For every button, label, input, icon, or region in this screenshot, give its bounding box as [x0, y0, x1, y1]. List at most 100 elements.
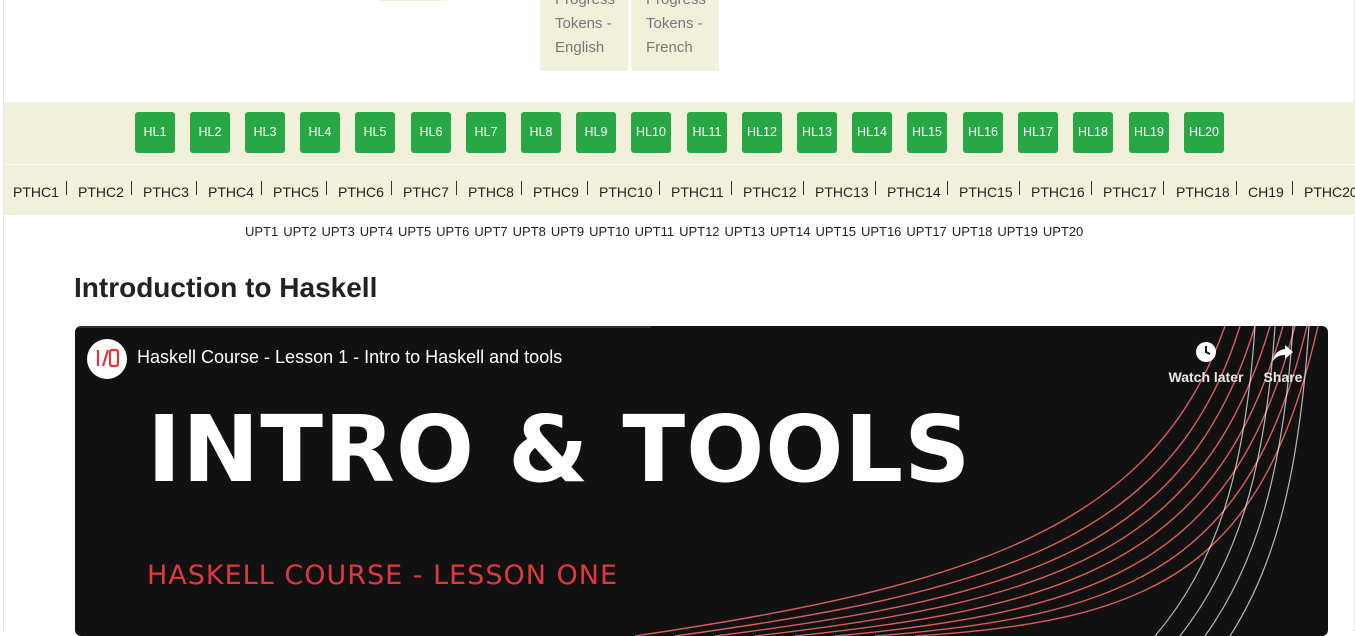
upt-link[interactable]: UPT7	[474, 224, 507, 239]
share-arrow-icon	[1273, 345, 1293, 361]
progress-tokens-french-button[interactable]: Progress Tokens - French	[631, 0, 719, 71]
hl-button[interactable]: HL3	[245, 112, 285, 153]
link-separator	[521, 181, 522, 195]
link-separator	[1019, 181, 1020, 195]
pthc-link[interactable]: PTHC5	[273, 180, 319, 204]
upt-link[interactable]: UPT16	[861, 224, 901, 239]
clock-icon	[1196, 342, 1216, 362]
pthc-link[interactable]: PTHC4	[208, 180, 254, 204]
pthc-link[interactable]: PTHC17	[1103, 180, 1157, 204]
hl-button[interactable]: HL15	[907, 112, 947, 153]
token-card-line: English	[555, 39, 605, 56]
pthc-link[interactable]: PTHC18	[1176, 180, 1230, 204]
hl-button[interactable]: HL1	[135, 112, 175, 153]
share-button[interactable]: Share	[1258, 340, 1308, 385]
upt-link[interactable]: UPT4	[360, 224, 393, 239]
token-card-line: French	[646, 39, 693, 56]
hl-button[interactable]: HL16	[963, 112, 1003, 153]
pthc-link[interactable]: PTHC13	[815, 180, 869, 204]
link-separator	[66, 181, 67, 195]
upt-link[interactable]: UPT3	[321, 224, 354, 239]
video-embed[interactable]: Haskell Course - Lesson 1 - Intro to Has…	[75, 326, 1328, 636]
pthc-link[interactable]: PTHC12	[743, 180, 797, 204]
upt-link[interactable]: UPT14	[770, 224, 810, 239]
pthc-link[interactable]: PTHC10	[599, 180, 653, 204]
link-separator	[659, 181, 660, 195]
link-separator	[196, 181, 197, 195]
hl-button[interactable]: HL5	[355, 112, 395, 153]
upt-link[interactable]: UPT15	[815, 224, 855, 239]
hl-button[interactable]: HL8	[521, 112, 561, 153]
token-card-line: Tokens -	[555, 15, 612, 32]
pthc-link[interactable]: PTHC15	[959, 180, 1013, 204]
link-separator	[731, 181, 732, 195]
link-separator	[261, 181, 262, 195]
thumbnail-subheading: HASKELL COURSE - LESSON ONE	[147, 560, 618, 591]
pthc-link[interactable]: PTHC20	[1304, 180, 1355, 204]
pthc-link[interactable]: PTHC1	[13, 180, 59, 204]
pthc-link[interactable]: PTHC16	[1031, 180, 1085, 204]
hl-button[interactable]: HL12	[742, 112, 782, 153]
upt-link[interactable]: UPT8	[513, 224, 546, 239]
hl-button[interactable]: HL20	[1184, 112, 1224, 153]
channel-avatar[interactable]	[87, 339, 127, 379]
token-card-line: Progress	[646, 0, 719, 12]
link-separator	[587, 181, 588, 195]
pthc-link[interactable]: PTHC6	[338, 180, 384, 204]
hl-button[interactable]: HL13	[797, 112, 837, 153]
pthc-link[interactable]: PTHC14	[887, 180, 941, 204]
watch-later-label: Watch later	[1168, 369, 1244, 385]
hl-button[interactable]: HL18	[1073, 112, 1113, 153]
pthc-link[interactable]: PTHC7	[403, 180, 449, 204]
hl-lesson-buttons: HL1 HL2 HL3 HL4 HL5 HL6 HL7 HL8 HL9 HL10…	[0, 112, 1355, 154]
token-card-line: Tokens -	[646, 15, 703, 32]
top-tab-fragment[interactable]	[378, 0, 448, 1]
upt-link[interactable]: UPT11	[635, 224, 675, 239]
page-left-border	[3, 0, 4, 631]
pthc-link[interactable]: CH19	[1248, 180, 1284, 204]
link-separator	[803, 181, 804, 195]
upt-link[interactable]: UPT2	[283, 224, 316, 239]
upt-link[interactable]: UPT19	[997, 224, 1037, 239]
upt-link[interactable]: UPT17	[906, 224, 946, 239]
link-separator	[947, 181, 948, 195]
hl-button[interactable]: HL9	[576, 112, 616, 153]
progress-tokens-english-button[interactable]: Progress Tokens - English	[540, 0, 628, 71]
pthc-link[interactable]: PTHC8	[468, 180, 514, 204]
link-separator	[456, 181, 457, 195]
upt-link[interactable]: UPT18	[952, 224, 992, 239]
hl-button[interactable]: HL4	[300, 112, 340, 153]
channel-logo-icon	[96, 348, 120, 368]
pthc-link[interactable]: PTHC9	[533, 180, 579, 204]
upt-link[interactable]: UPT12	[679, 224, 719, 239]
upt-link[interactable]: UPT9	[551, 224, 584, 239]
link-separator	[1163, 181, 1164, 195]
pthc-link[interactable]: PTHC3	[143, 180, 189, 204]
link-separator	[875, 181, 876, 195]
hl-button[interactable]: HL17	[1018, 112, 1058, 153]
hl-button[interactable]: HL14	[852, 112, 892, 153]
pthc-link[interactable]: PTHC2	[78, 180, 124, 204]
link-separator	[1236, 181, 1237, 195]
pthc-links-row: PTHC1 PTHC2 PTHC3 PTHC4 PTHC5 PTHC6 PTHC…	[0, 180, 1355, 204]
hl-button[interactable]: HL2	[190, 112, 230, 153]
band-divider	[4, 164, 1355, 165]
upt-link[interactable]: UPT10	[589, 224, 629, 239]
upt-link[interactable]: UPT5	[398, 224, 431, 239]
video-title[interactable]: Haskell Course - Lesson 1 - Intro to Has…	[137, 347, 562, 368]
upt-link[interactable]: UPT13	[725, 224, 765, 239]
upt-link[interactable]: UPT1	[245, 224, 278, 239]
upt-link[interactable]: UPT6	[436, 224, 469, 239]
hl-button[interactable]: HL19	[1129, 112, 1169, 153]
link-separator	[391, 181, 392, 195]
hl-button[interactable]: HL6	[411, 112, 451, 153]
hl-button[interactable]: HL7	[466, 112, 506, 153]
hl-button[interactable]: HL10	[631, 112, 671, 153]
thumbnail-heading: INTRO & TOOLS	[147, 396, 972, 503]
token-card-line: Progress	[555, 0, 628, 12]
upt-link[interactable]: UPT20	[1043, 224, 1083, 239]
watch-later-button[interactable]: Watch later	[1168, 340, 1244, 385]
share-label: Share	[1263, 369, 1303, 385]
hl-button[interactable]: HL11	[687, 112, 727, 153]
pthc-link[interactable]: PTHC11	[671, 180, 724, 204]
